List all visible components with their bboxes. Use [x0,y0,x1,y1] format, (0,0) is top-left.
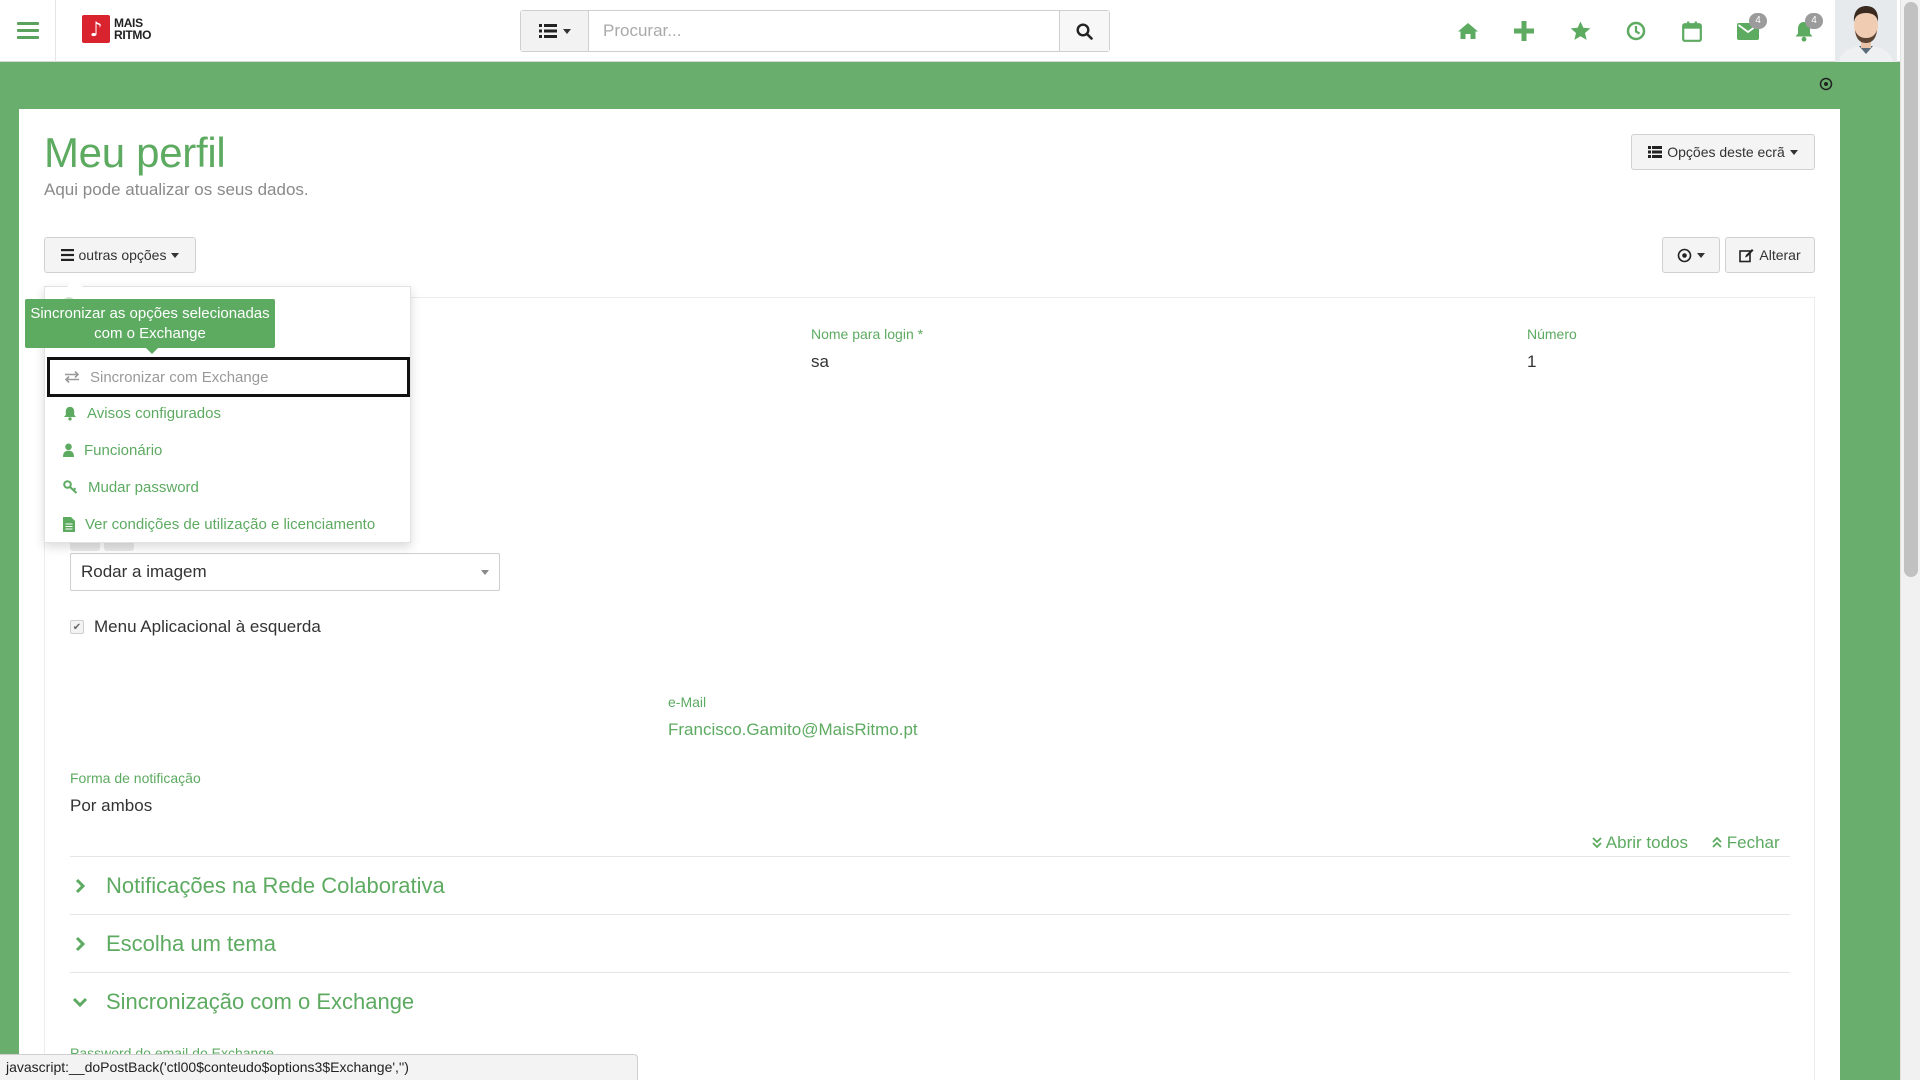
page-subtitle: Aqui pode atualizar os seus dados. [44,180,309,199]
open-all-link[interactable]: Abrir todos [1592,833,1688,853]
notifications-button[interactable]: 4 [1776,0,1832,62]
chevron-right-icon [70,936,90,952]
music-note-icon: ♪ [82,15,110,43]
menu-item-configured-alerts[interactable]: Avisos configurados [57,398,402,428]
messages-badge: 4 [1749,13,1767,29]
left-menu-label: Menu Aplicacional à esquerda [94,617,321,636]
bell-icon [64,406,76,421]
email-label: e-Mail [668,694,707,710]
chevron-down-icon [562,28,571,34]
scrollbar-thumb[interactable] [1904,2,1918,577]
chevron-down-icon [171,252,180,258]
top-navbar: ♪ MAIS RITMO 4 [0,0,1900,62]
notification-value: Por ambos [70,796,153,815]
target-icon[interactable] [1819,77,1833,91]
open-all-label: Abrir todos [1605,833,1688,852]
section-title: Sincronização com o Exchange [106,988,415,1014]
home-icon [1458,23,1478,39]
search-button[interactable] [1059,11,1109,51]
star-icon [1570,21,1590,40]
notifications-badge: 4 [1805,13,1823,29]
app-logo[interactable]: ♪ MAIS RITMO [82,15,151,43]
section-title: Escolha um tema [106,930,276,956]
menu-item-label: Ver condições de utilização e licenciame… [85,515,376,533]
chevron-down-icon [70,997,90,1007]
left-menu-checkbox[interactable]: ✔ [70,620,84,634]
clock-icon [1626,21,1646,41]
double-chevron-up-icon [1712,836,1722,848]
sync-exchange-tooltip: Sincronizar as opções selecionadas com o… [25,299,275,354]
menu-item-label: Mudar password [88,478,199,496]
target-icon [1677,248,1692,262]
email-value[interactable]: Francisco.Gamito@MaisRitmo.pt [668,720,918,740]
search-input[interactable] [589,11,1059,51]
menu-item-sync-exchange[interactable]: Sincronizar com Exchange [47,357,410,397]
section-title: Notificações na Rede Colaborativa [106,872,445,898]
logo-line-2: RITMO [114,28,152,42]
bars-icon [60,249,74,261]
number-label: Número [1527,326,1577,342]
menu-item-terms-licensing[interactable]: Ver condições de utilização e licenciame… [57,509,402,539]
menu-item-label: Sincronizar com Exchange [90,368,269,386]
section-exchange-sync[interactable]: Sincronização com o Exchange [70,972,1790,1030]
list-icon [538,24,557,38]
user-icon [63,443,74,457]
list-icon [1648,146,1663,158]
chevron-down-icon [481,569,489,575]
menu-item-employee[interactable]: Funcionário [57,435,402,465]
login-label: Nome para login * [811,326,924,342]
file-icon [63,516,75,532]
chevron-right-icon [70,878,90,894]
login-value: sa [811,352,829,371]
search-icon [1076,22,1093,40]
nav-icon-bar: 4 4 [1440,0,1832,62]
rotate-image-value: Rodar a imagem [81,562,207,581]
notification-label: Forma de notificação [70,770,201,786]
menu-item-label: Funcionário [84,441,163,459]
close-all-label: Fechar [1726,833,1780,852]
rotate-image-select[interactable]: Rodar a imagem [70,553,500,591]
edit-label: Alterar [1759,247,1801,263]
history-button[interactable] [1608,0,1664,62]
hamburger-menu-icon[interactable] [0,0,56,62]
menu-item-change-password[interactable]: Mudar password [57,472,402,502]
edit-icon [1739,248,1754,262]
section-theme[interactable]: Escolha um tema [70,914,1790,972]
section-notifications[interactable]: Notificações na Rede Colaborativa [70,856,1790,914]
close-all-link[interactable]: Fechar [1712,833,1780,853]
messages-button[interactable]: 4 [1720,0,1776,62]
home-button[interactable] [1440,0,1496,62]
calendar-button[interactable] [1664,0,1720,62]
settings-dropdown-button[interactable] [1662,237,1720,273]
other-options-label: outras opções [78,247,167,263]
key-icon [63,480,78,494]
add-button[interactable] [1496,0,1552,62]
plus-icon [1514,21,1534,41]
page-title: Meu perfil [44,129,226,176]
tooltip-text: Sincronizar as opções selecionadas com o… [30,305,270,342]
menu-item-label: Avisos configurados [87,404,221,422]
chevron-down-icon [1789,149,1798,155]
other-options-button[interactable]: outras opções [44,237,196,273]
number-value: 1 [1527,352,1537,371]
left-menu-option: ✔ Menu Aplicacional à esquerda [70,617,321,637]
screen-options-button[interactable]: Opções deste ecrã [1631,134,1815,170]
exchange-icon [64,371,80,383]
chevron-down-icon [1697,252,1705,258]
screen-options-label: Opções deste ecrã [1667,144,1785,160]
favorites-button[interactable] [1552,0,1608,62]
browser-status-bar: javascript:__doPostBack('ctl00$conteudo$… [0,1054,638,1080]
accordion-controls: Abrir todos Fechar [1592,833,1780,853]
search-bar [520,10,1110,52]
double-chevron-down-icon [1592,837,1602,849]
avatar-image [1835,0,1897,62]
calendar-icon [1682,21,1702,42]
user-avatar[interactable] [1835,0,1897,62]
main-content: Meu perfil Aqui pode atualizar os seus d… [19,109,1840,1080]
edit-button[interactable]: Alterar [1725,237,1815,273]
vertical-scrollbar[interactable] [1900,0,1920,1080]
search-category-dropdown[interactable] [521,11,589,51]
